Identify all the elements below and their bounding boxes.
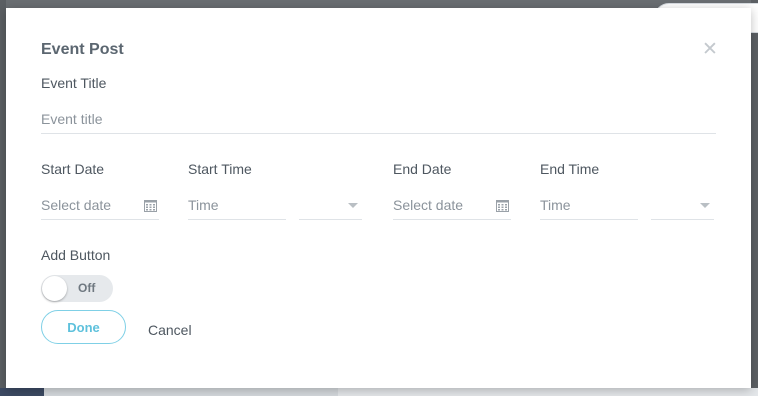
backdrop-content-strip — [338, 388, 758, 396]
done-button[interactable]: Done — [41, 310, 126, 344]
add-button-toggle[interactable]: Off — [41, 275, 113, 302]
start-date-label: Start Date — [41, 161, 105, 177]
backdrop-right — [751, 0, 758, 396]
end-time-placeholder: Time — [540, 197, 571, 213]
event-title-input[interactable]: Event title — [41, 107, 716, 134]
calendar-icon[interactable] — [496, 199, 509, 212]
calendar-icon[interactable] — [144, 199, 157, 212]
start-date-placeholder: Select date — [41, 197, 112, 213]
event-title-label: Event Title — [41, 75, 107, 91]
chevron-down-icon — [348, 203, 358, 208]
event-title-placeholder: Event title — [41, 111, 103, 127]
backdrop-bottom — [0, 388, 758, 396]
modal-title: Event Post — [41, 41, 124, 58]
end-time-label: End Time — [540, 161, 600, 177]
start-time-label: Start Time — [188, 161, 252, 177]
start-time-input[interactable]: Time — [188, 193, 286, 220]
close-icon[interactable]: ✕ — [702, 40, 718, 59]
end-date-placeholder: Select date — [393, 197, 464, 213]
end-date-label: End Date — [393, 161, 452, 177]
toggle-knob — [42, 276, 67, 301]
chevron-down-icon — [700, 203, 710, 208]
event-post-modal: Event Post ✕ Event Title Event title Sta… — [6, 8, 751, 388]
start-time-ampm-select[interactable] — [299, 193, 362, 220]
start-date-input[interactable]: Select date — [41, 193, 159, 220]
end-time-input[interactable]: Time — [540, 193, 638, 220]
backdrop-top — [0, 0, 758, 8]
toggle-state-text: Off — [78, 281, 96, 295]
end-time-ampm-select[interactable] — [651, 193, 714, 220]
start-time-placeholder: Time — [188, 197, 219, 213]
backdrop-nav-strip — [0, 388, 44, 396]
add-button-label: Add Button — [41, 247, 111, 263]
end-date-input[interactable]: Select date — [393, 193, 511, 220]
cancel-button[interactable]: Cancel — [148, 322, 192, 338]
